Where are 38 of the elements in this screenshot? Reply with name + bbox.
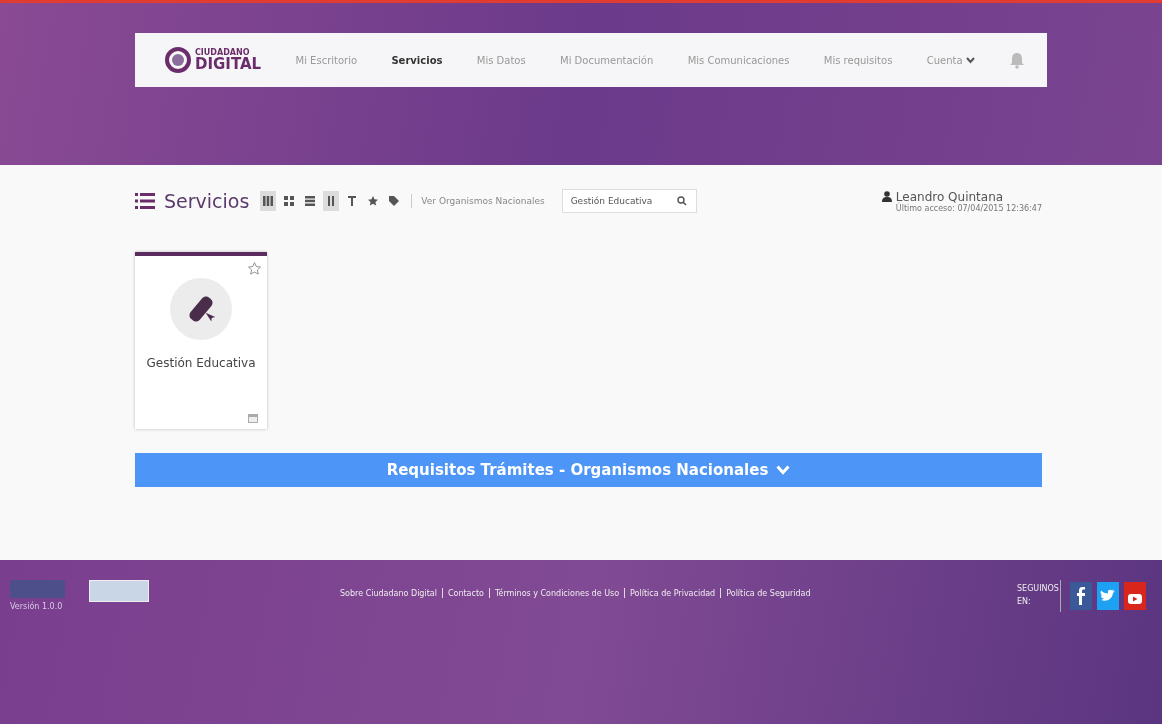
text-icon (347, 196, 358, 206)
chevron-icon (776, 465, 791, 475)
chevron-icon (965, 56, 975, 64)
tiles-icon (284, 196, 295, 206)
footer-link[interactable]: Contacto (447, 588, 484, 598)
service-title: Gestión Educativa (146, 356, 256, 370)
version-text: Versión 1.0.0 (10, 602, 64, 611)
bird-icon[interactable] (1097, 582, 1119, 610)
certification-logo (89, 580, 149, 602)
footer-link[interactable]: Política de Privacidad (630, 588, 716, 598)
service-card[interactable]: Gestión Educativa (135, 252, 267, 429)
page-title: Servicios (164, 190, 250, 212)
footer-link[interactable]: Términos y Condiciones de Uso (494, 588, 620, 598)
last-access-text: Último acceso: 07/04/2015 12:36:47 (895, 203, 1042, 213)
grid-icon (263, 196, 274, 206)
user-icon (881, 191, 892, 202)
user-name[interactable]: Leandro Quintana (895, 189, 1004, 204)
sort-icon (326, 196, 337, 206)
tag-icon (389, 196, 400, 206)
footer-link[interactable]: Sobre Ciudadano Digital (340, 588, 437, 598)
list-icon (135, 192, 155, 210)
facebook-icon[interactable] (1070, 582, 1092, 610)
search-field[interactable]: Gestión Educativa (561, 189, 697, 213)
video-icon[interactable] (1124, 582, 1146, 610)
list-icon (305, 196, 316, 206)
nav-link[interactable]: Servicios (391, 54, 443, 66)
logo-text: CIUDADANO (195, 48, 251, 57)
footer-link[interactable]: Política de Seguridad (726, 588, 811, 598)
logo-text: DIGITAL (195, 56, 262, 72)
grid-view-button[interactable] (260, 191, 277, 211)
organismos-link[interactable]: Ver Organismos Nacionales (421, 196, 545, 206)
sort-view-button[interactable] (323, 191, 340, 211)
star-icon[interactable] (248, 262, 261, 275)
star-icon (368, 196, 379, 206)
sponsor-logo (10, 580, 65, 598)
logo[interactable]: CIUDADANO DIGITAL (165, 47, 262, 73)
globe-icon (165, 47, 191, 73)
search-icon[interactable] (676, 196, 687, 206)
